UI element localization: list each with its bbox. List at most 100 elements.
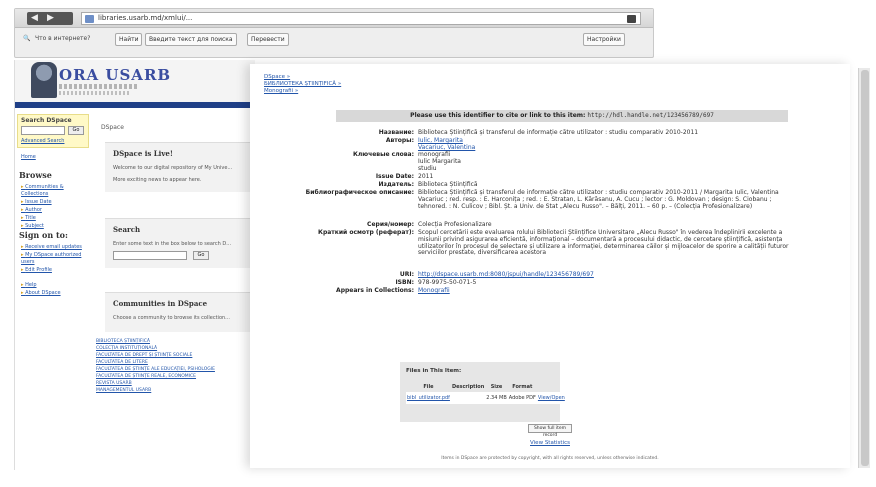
metadata-label: Название: [378,129,414,136]
metadata-value[interactable]: Monografii [418,287,800,295]
toolbar-settings-button[interactable]: Настройки [583,33,625,46]
address-bar[interactable]: libraries.usarb.md/xmlui/... [81,12,641,25]
news-line-2: More exciting news to appear here. [113,177,202,183]
dspace-home-page: ORA USARB Search DSpace Go Advanced Sear… [14,60,255,470]
community-link[interactable]: FACULTATEA DE ȘTIINȚE ALE EDUCAȚIEI, PSI… [96,366,246,373]
files-header-row: File Description Size Format [406,382,566,392]
metadata-text: Biblioteca Științifică și transferul de … [418,129,699,136]
browse-author-link[interactable]: Author [21,207,87,214]
breadcrumb-library[interactable]: БИБЛИОТЕКА ȘTIINȚIFICĂ » [264,81,341,88]
community-link[interactable]: REVISTA USARB [96,380,246,387]
toolbar-search-label: Что в интернете? [35,35,91,42]
file-open-cell: View/Open [536,392,566,404]
show-full-record-button[interactable]: Show full item record [528,424,572,438]
community-link[interactable]: FACULTATEA DE LITERE [96,359,246,366]
vertical-scrollbar[interactable] [858,68,870,468]
metadata-value: monografii Iulic Margarita studiu [418,151,800,172]
metadata-label: ISBN: [395,279,414,286]
refresh-icon[interactable] [627,15,636,23]
metadata-label: Ключевые слова: [352,151,414,158]
metadata-label: Appears in Collections: [336,287,414,294]
metadata-label: Серия/номер: [367,221,414,228]
home-link[interactable]: Home [21,154,36,160]
communities-heading: Communities in DSpace [113,299,208,308]
community-link[interactable]: FACULTATEA DE DREPT ȘI ȘTIINȚE SOCIALE [96,352,246,359]
back-forward-buttons[interactable]: ◀ ▶ [27,12,73,25]
logo-subtitle-line-2 [59,91,129,95]
metadata-value: 2011 [418,173,800,181]
metadata-value[interactable]: http://dspace.usarb.md:8080/jspui/handle… [418,271,800,279]
metadata-label: URI: [399,271,414,278]
sign-on-links: Receive email updates My DSpace authoriz… [21,244,87,275]
address-url[interactable]: libraries.usarb.md/xmlui/... [98,14,192,22]
community-link[interactable]: MANAGEMENTUL USARB [96,387,246,394]
sidebar-search-input[interactable] [21,126,65,135]
metadata-link[interactable]: http://dspace.usarb.md:8080/jspui/handle… [418,271,594,278]
item-record-page: DSpace » БИБЛИОТЕКА ȘTIINȚIFICĂ » Monogr… [250,64,850,468]
edit-profile-link[interactable]: Edit Profile [21,267,87,274]
table-row: bibl_utilizator.pdf 2.34 MB Adobe PDF Vi… [406,392,566,404]
browse-communities-link[interactable]: Communities & Collections [21,184,87,198]
forward-arrow-icon[interactable]: ▶ [47,13,54,24]
scrollbar-thumb[interactable] [861,70,869,466]
metadata-link[interactable]: Vacariuc, Valentina [418,144,475,151]
browse-heading: Browse [19,170,52,180]
home-breadcrumb[interactable]: DSpace [101,124,124,131]
metadata-value: Biblioteca Științifică și transferul de … [418,129,800,137]
my-dspace-link[interactable]: My DSpace authorized users [21,252,87,266]
metadata-text: 2011 [418,173,434,180]
files-panel: Files in This Item: File Description Siz… [400,362,566,422]
view-statistics-link[interactable]: View Statistics [250,440,850,446]
cite-identifier-bar: Please use this identifier to cite or li… [336,110,788,122]
news-line-1: Welcome to our digital repository of My … [113,165,233,171]
favicon-icon [85,15,94,23]
browse-subject-link[interactable]: Subject [21,223,87,230]
logo-subtitle-line [59,84,139,89]
metadata-text: Colecția Profesionalizare [418,221,492,228]
community-link[interactable]: COLECȚIA INSTITUȚIONALĂ [96,345,246,352]
about-dspace-link[interactable]: About DSpace [21,290,87,297]
main-search-go-button[interactable]: Go [193,251,209,260]
community-link[interactable]: FACULTATEA DE ȘTIINȚE REALE, ECONOMICE [96,373,246,380]
sign-on-heading: Sign on to: [19,230,68,240]
main-search-input[interactable] [113,251,187,260]
files-col-file: File [423,384,434,390]
toolbar-translate-button[interactable]: Перевести [247,33,289,46]
cite-label: Please use this identifier to cite or li… [410,112,586,119]
advanced-search-link[interactable]: Advanced Search [21,138,64,144]
metadata-label: Авторы: [385,137,414,144]
metadata-value[interactable]: Iulic, Margarita Vacariuc, Valentina [418,137,800,152]
receive-email-link[interactable]: Receive email updates [21,244,87,251]
breadcrumb-monografii[interactable]: Monografii » [264,88,341,95]
news-panel: DSpace is Live! Welcome to our digital r… [105,142,255,192]
files-col-format: Format [512,384,533,390]
metadata-label: Издатель: [378,181,414,188]
files-table: File Description Size Format bibl_utiliz… [406,382,566,404]
site-logo-text[interactable]: ORA USARB [59,66,171,84]
file-format-cell: Adobe PDF [507,392,537,404]
cite-url[interactable]: http://hdl.handle.net/123456789/697 [587,112,713,119]
metadata-text: Biblioteca Științifică [418,181,478,188]
search-toolbar: 🔍 Что в интернете? Найти Введите текст д… [15,29,653,51]
metadata-value: Biblioteca Științifică [418,181,800,189]
sidebar: Search DSpace Go Advanced Search Home Br… [15,114,91,464]
files-heading: Files in This Item: [406,368,462,374]
browse-title-link[interactable]: Title [21,215,87,222]
view-open-link[interactable]: View/Open [538,395,565,401]
toolbar-search-dropdown[interactable]: Введите текст для поиска [145,33,237,46]
files-col-action [537,382,566,392]
help-link[interactable]: Help [21,282,87,289]
back-arrow-icon[interactable]: ◀ [31,13,38,24]
metadata-label: Краткий осмотр (реферат): [318,229,414,236]
breadcrumb-dspace[interactable]: DSpace » [264,74,341,81]
metadata-text: Biblioteca Științifică și transferul de … [418,189,779,210]
breadcrumb: DSpace » БИБЛИОТЕКА ȘTIINȚIFICĂ » Monogr… [264,74,341,95]
file-name-link[interactable]: bibl_utilizator.pdf [407,395,450,401]
metadata-link[interactable]: Monografii [418,287,450,294]
sidebar-search-go-button[interactable]: Go [68,126,84,135]
community-link[interactable]: BIBLIOTECA ȘTIINȚIFICĂ [96,338,246,345]
communities-panel: Communities in DSpace Choose a community… [105,292,255,332]
browse-issue-date-link[interactable]: Issue Date [21,199,87,206]
browser-window: ◀ ▶ libraries.usarb.md/xmlui/... 🔍 Что в… [14,8,654,58]
toolbar-find-button[interactable]: Найти [115,33,143,46]
